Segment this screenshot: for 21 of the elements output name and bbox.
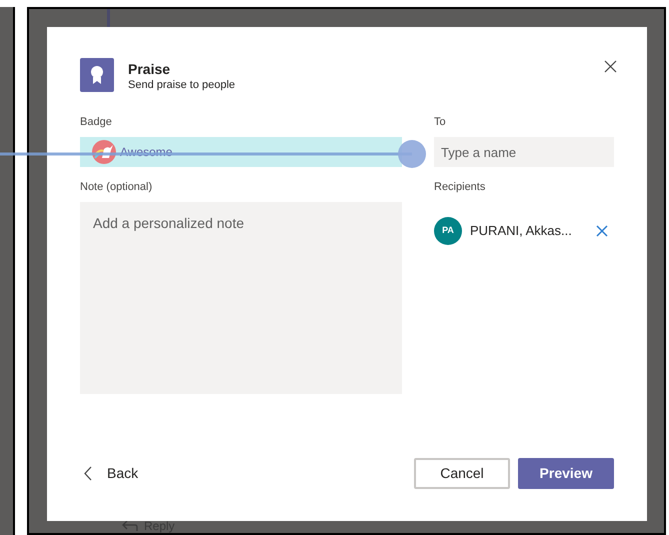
note-input[interactable]: Add a personalized note bbox=[80, 202, 402, 394]
recipient-name: PURANI, Akkas... bbox=[470, 222, 572, 240]
unicorn-badge-icon bbox=[92, 140, 116, 164]
dialog-title: Praise bbox=[128, 60, 172, 78]
cancel-button[interactable]: Cancel bbox=[414, 458, 510, 489]
badge-field[interactable]: Awesome bbox=[80, 137, 402, 167]
close-icon[interactable] bbox=[604, 60, 617, 73]
field-label: Badge bbox=[80, 115, 113, 129]
dialog-subtitle: Send praise to people bbox=[128, 78, 236, 92]
field-label: Recipients bbox=[434, 180, 486, 194]
reply-icon bbox=[122, 520, 138, 532]
remove-icon[interactable] bbox=[596, 225, 608, 237]
field-label: To bbox=[434, 115, 447, 129]
preview-button[interactable]: Preview bbox=[518, 458, 614, 489]
chevron-left-icon bbox=[84, 466, 92, 481]
name-input[interactable]: Type a name bbox=[434, 137, 614, 167]
avatar-initials: PA bbox=[434, 217, 462, 245]
badge-name: Awesome bbox=[120, 144, 172, 161]
field-label: Note (optional) bbox=[80, 180, 154, 194]
back-button[interactable]: Back bbox=[84, 463, 138, 484]
award-icon bbox=[80, 58, 114, 92]
